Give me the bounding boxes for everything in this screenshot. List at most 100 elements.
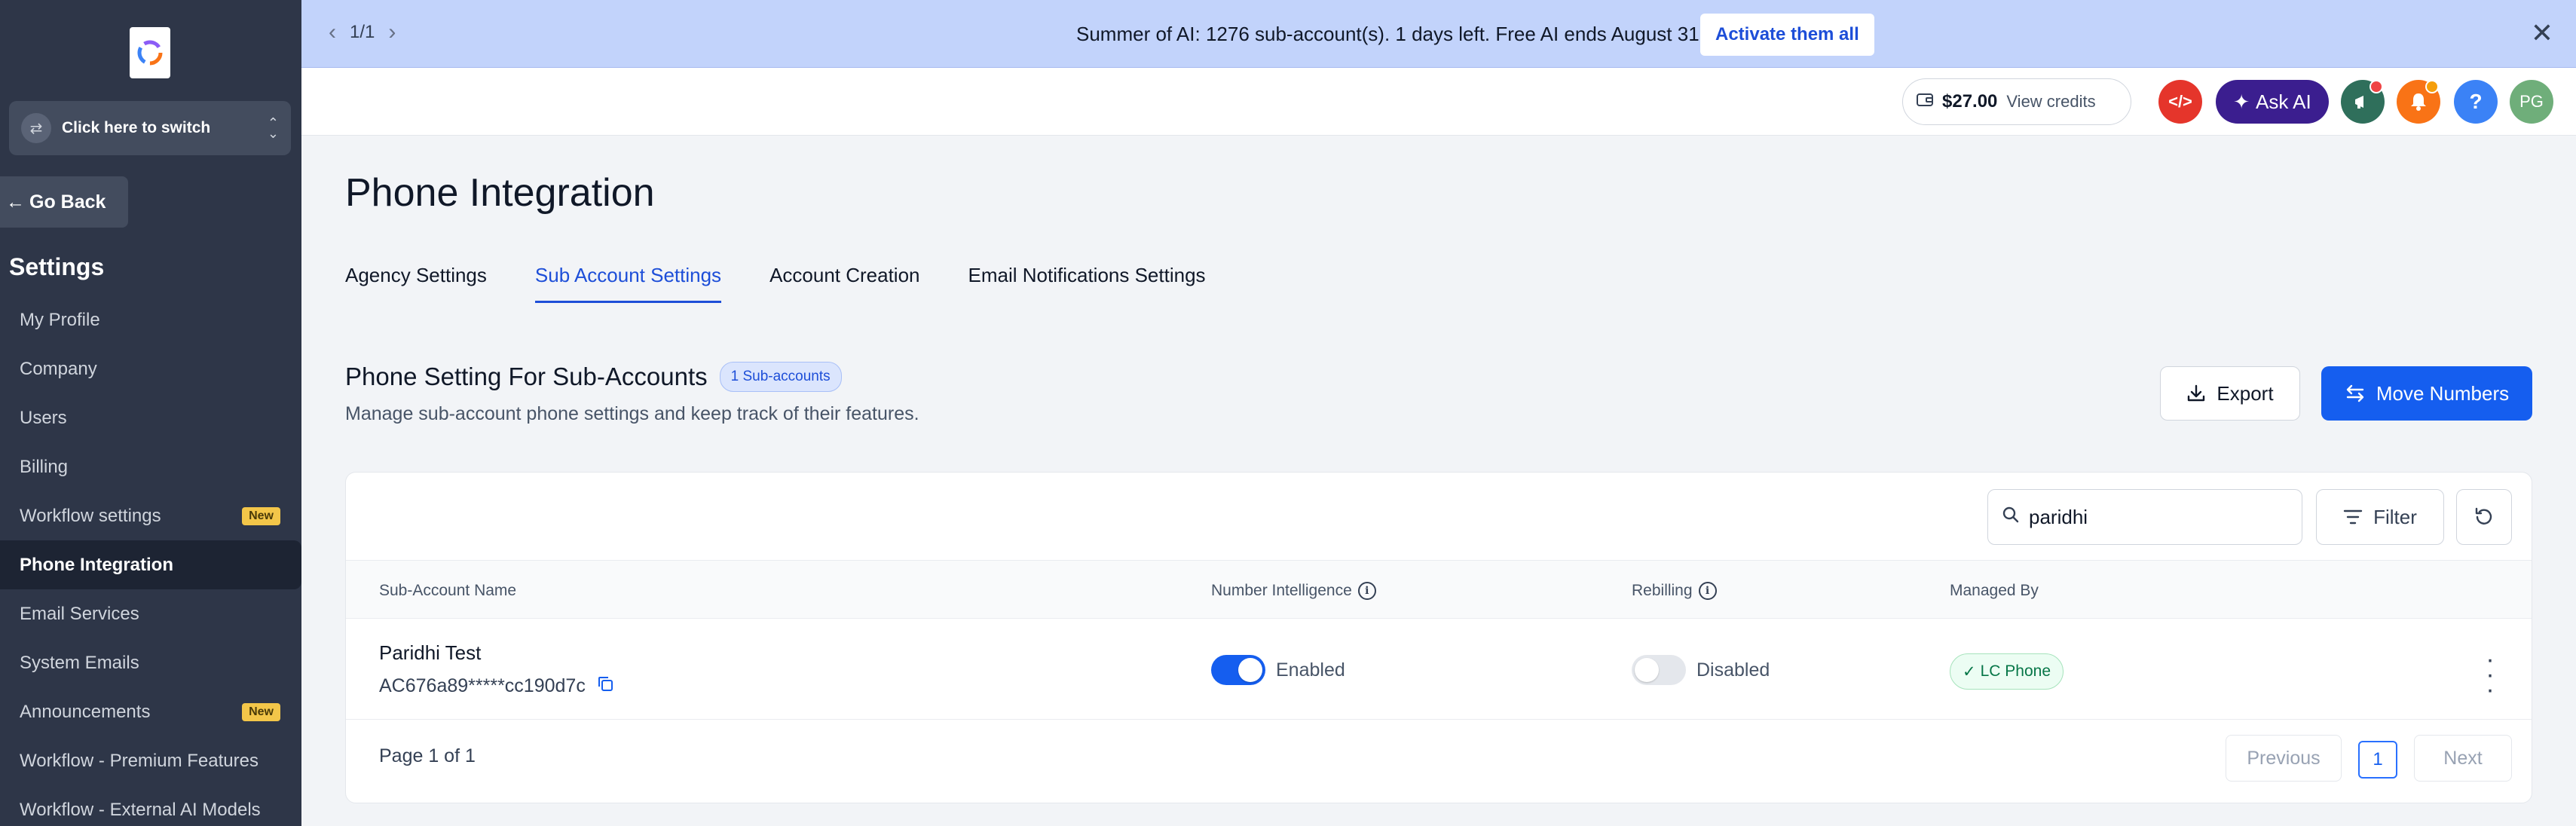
sidebar-item-phone-integration[interactable]: Phone Integration (0, 540, 301, 589)
filter-icon (2343, 509, 2363, 525)
sidebar-item-label: Phone Integration (20, 554, 173, 575)
column-header-label: Rebilling (1632, 582, 1693, 599)
notification-dot (2369, 80, 2383, 93)
go-back-button[interactable]: ← Go Back (0, 176, 128, 228)
rebilling-status: Disabled (1696, 659, 1770, 681)
column-header-label: Sub-Account Name (379, 582, 517, 599)
switcher-label: Click here to switch (62, 119, 211, 136)
banner-message: Summer of AI: 1276 sub-account(s). 1 day… (1076, 23, 1705, 45)
move-numbers-button[interactable]: Move Numbers (2321, 366, 2532, 421)
sub-account-name[interactable]: Paridhi Test (379, 641, 481, 665)
settings-nav: My Profile Company Users Billing Workflo… (0, 295, 301, 826)
sidebar-item-label: My Profile (20, 309, 100, 330)
chevron-left-icon[interactable]: ‹ (329, 21, 336, 44)
sidebar-item-label: Workflow - Premium Features (20, 750, 259, 771)
download-icon (2188, 384, 2205, 402)
sidebar-item-email-services[interactable]: Email Services (0, 589, 301, 638)
managed-by-badge: ✓ LC Phone (1950, 653, 2064, 690)
code-icon[interactable]: </> (2158, 80, 2202, 124)
sidebar-item-label: Users (20, 407, 67, 428)
sidebar-item-label: Announcements (20, 701, 151, 722)
page-title: Phone Integration (345, 171, 655, 215)
banner-page-count: 1/1 (350, 22, 375, 42)
view-credits-link[interactable]: View credits (2006, 92, 2095, 112)
sidebar-item-my-profile[interactable]: My Profile (0, 295, 301, 344)
sidebar-item-users[interactable]: Users (0, 393, 301, 442)
account-sid: AC676a89*****cc190d7c (379, 675, 614, 697)
sidebar-item-label: Billing (20, 456, 69, 477)
section-title: Phone Setting For Sub-Accounts (345, 363, 708, 390)
toggle-knob (1238, 658, 1262, 682)
search-icon (2002, 506, 2020, 529)
sidebar-item-system-emails[interactable]: System Emails (0, 638, 301, 687)
page-info: Page 1 of 1 (379, 745, 476, 766)
credits-amount: $27.00 (1942, 91, 1998, 112)
credits-button[interactable]: $27.00 View credits (1902, 78, 2131, 125)
export-label: Export (2217, 381, 2274, 405)
table-row: Paridhi Test AC676a89*****cc190d7c Enabl… (346, 619, 2532, 720)
ask-ai-button[interactable]: ✦ Ask AI (2216, 80, 2329, 124)
sidebar-item-label: Company (20, 358, 97, 379)
column-header-sub-account-name[interactable]: Sub-Account Name (379, 582, 516, 600)
sub-account-count-badge: 1 Sub-accounts (719, 362, 842, 392)
export-button[interactable]: Export (2160, 366, 2300, 421)
more-options-icon[interactable]: · · · (2479, 647, 2501, 702)
sidebar-item-workflow-premium[interactable]: Workflow - Premium Features (0, 736, 301, 785)
number-intelligence-toggle[interactable] (1211, 655, 1265, 685)
tab-agency-settings[interactable]: Agency Settings (345, 264, 487, 303)
sub-accounts-table-card: Filter Sub-Account Name Number Intellige… (345, 472, 2532, 803)
managed-by-label: LC Phone (1980, 662, 2051, 680)
avatar[interactable]: PG (2510, 80, 2553, 124)
tab-account-creation[interactable]: Account Creation (769, 264, 919, 303)
info-icon[interactable]: i (1698, 582, 1717, 600)
search-field[interactable] (1987, 489, 2302, 545)
settings-heading: Settings (9, 253, 105, 280)
top-header: $27.00 View credits </> ✦ Ask AI ? PG (301, 68, 2576, 136)
info-icon[interactable]: i (1357, 582, 1376, 600)
column-header-rebilling[interactable]: Rebilling i (1632, 582, 1717, 600)
help-icon[interactable]: ? (2454, 80, 2498, 124)
refresh-button[interactable] (2456, 489, 2512, 545)
rebilling-toggle[interactable] (1632, 655, 1686, 685)
search-input[interactable] (2029, 505, 2285, 529)
column-header-label: Managed By (1950, 582, 2039, 599)
sidebar-item-workflow-settings[interactable]: Workflow settings New (0, 491, 301, 540)
sidebar-item-label: Email Services (20, 603, 139, 624)
company-logo[interactable] (130, 27, 170, 78)
copy-icon[interactable] (596, 675, 614, 697)
activate-all-button[interactable]: Activate them all (1700, 14, 1874, 56)
sidebar-item-workflow-external-ai[interactable]: Workflow - External AI Models (0, 785, 301, 826)
next-page-button[interactable]: Next (2414, 735, 2512, 782)
go-back-label: Go Back (29, 191, 106, 213)
bell-icon[interactable] (2397, 80, 2440, 124)
promo-banner: ‹ 1/1 › Summer of AI: 1276 sub-account(s… (301, 0, 2576, 68)
swap-arrows-icon (2346, 384, 2364, 402)
sidebar-item-billing[interactable]: Billing (0, 442, 301, 491)
check-icon: ✓ (1963, 662, 1976, 681)
new-badge: New (242, 506, 280, 525)
arrow-left-icon: ← (6, 191, 25, 213)
refresh-icon (2475, 507, 2492, 525)
previous-page-button[interactable]: Previous (2226, 735, 2342, 782)
account-switcher[interactable]: ⇄ Click here to switch ⌃ ⌄ (9, 101, 291, 155)
section-subtitle: Manage sub-account phone settings and ke… (345, 403, 919, 424)
close-icon[interactable]: ✕ (2531, 18, 2553, 48)
move-numbers-label: Move Numbers (2376, 381, 2510, 405)
section-heading: Phone Setting For Sub-Accounts 1 Sub-acc… (345, 362, 842, 392)
page-number-button[interactable]: 1 (2358, 741, 2397, 779)
column-header-number-intelligence[interactable]: Number Intelligence i (1211, 582, 1376, 600)
tab-email-notifications-settings[interactable]: Email Notifications Settings (968, 264, 1206, 303)
tab-sub-account-settings[interactable]: Sub Account Settings (534, 264, 722, 303)
column-header-managed-by[interactable]: Managed By (1950, 582, 2039, 600)
number-intelligence-status: Enabled (1276, 659, 1345, 681)
filter-button[interactable]: Filter (2316, 489, 2444, 545)
sidebar-item-label: System Emails (20, 652, 139, 673)
switch-icon: ⇄ (21, 113, 51, 143)
banner-pager: ‹ 1/1 › (329, 21, 396, 44)
chevron-right-icon[interactable]: › (388, 21, 396, 44)
sidebar-item-company[interactable]: Company (0, 344, 301, 393)
megaphone-icon[interactable] (2341, 80, 2385, 124)
sidebar-item-announcements[interactable]: Announcements New (0, 687, 301, 736)
chevron-up-down-icon: ⌃ ⌄ (267, 115, 279, 141)
account-sid-value: AC676a89*****cc190d7c (379, 675, 586, 696)
